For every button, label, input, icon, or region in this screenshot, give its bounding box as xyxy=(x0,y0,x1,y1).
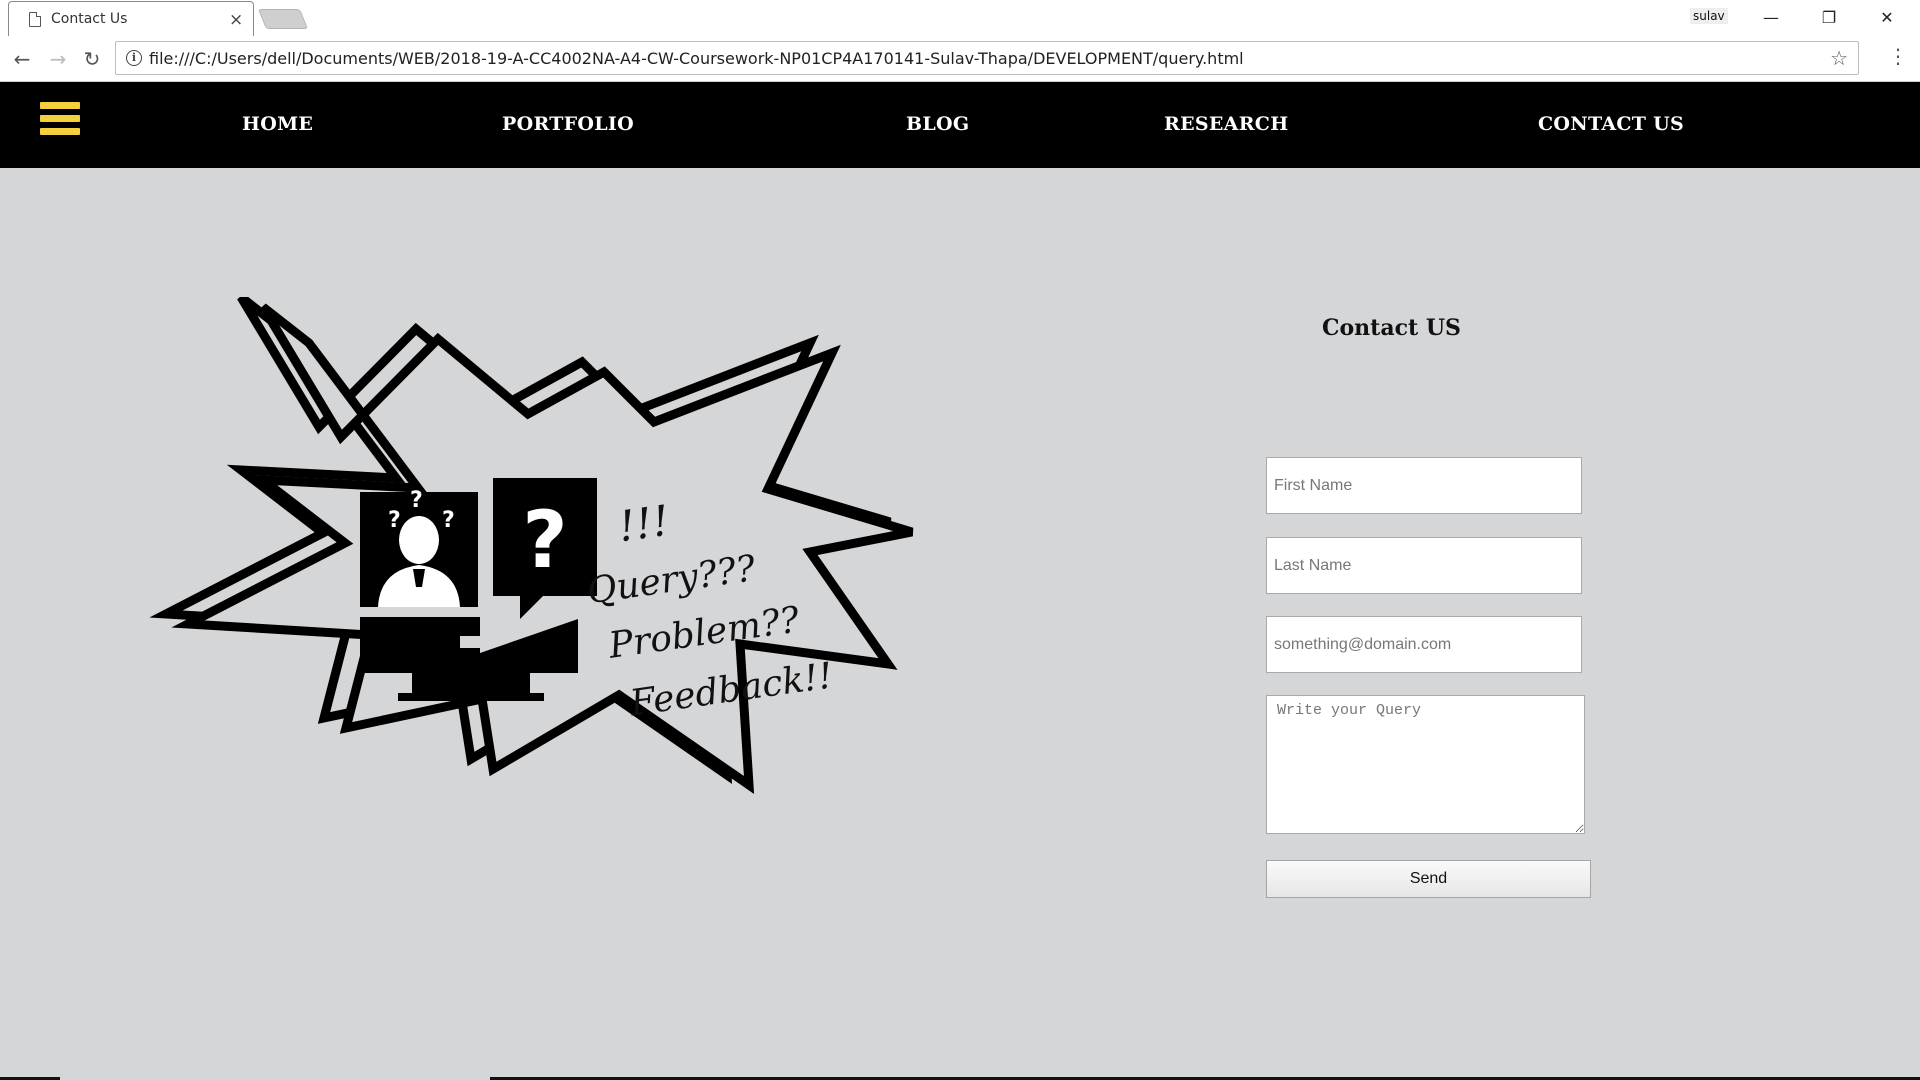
nav-home[interactable]: HOME xyxy=(242,113,313,135)
browser-menu-icon[interactable]: ⋮ xyxy=(1888,44,1908,68)
site-navbar: HOME PORTFOLIO BLOG RESEARCH CONTACT US xyxy=(0,82,1920,168)
send-button[interactable]: Send xyxy=(1266,860,1591,898)
svg-text:?: ? xyxy=(410,488,423,513)
first-name-input[interactable] xyxy=(1266,457,1582,514)
query-textarea[interactable] xyxy=(1266,695,1585,834)
close-tab-icon[interactable]: × xyxy=(229,10,243,30)
email-input[interactable] xyxy=(1266,616,1582,673)
reload-icon[interactable]: ↻ xyxy=(78,45,106,73)
new-tab-button[interactable] xyxy=(257,9,309,29)
nav-portfolio[interactable]: PORTFOLIO xyxy=(502,113,634,135)
svg-text:?: ? xyxy=(442,508,455,533)
window-close-icon[interactable]: ✕ xyxy=(1864,2,1910,32)
svg-text:?: ? xyxy=(522,496,567,586)
nav-contact-us[interactable]: CONTACT US xyxy=(1538,113,1684,135)
nav-blog[interactable]: BLOG xyxy=(906,113,969,135)
minimize-icon[interactable]: — xyxy=(1748,2,1794,32)
query-illustration: ? ? ? ? !!! Query??? Problem?? Feedback!… xyxy=(149,297,914,794)
bookmark-star-icon[interactable]: ☆ xyxy=(1830,46,1848,71)
svg-text:?: ? xyxy=(388,508,401,533)
browser-toolbar: ← → ↻ i file:///C:/Users/dell/Documents/… xyxy=(0,36,1920,82)
page-content: HOME PORTFOLIO BLOG RESEARCH CONTACT US … xyxy=(0,82,1920,1080)
forward-icon[interactable]: → xyxy=(44,45,72,73)
confused-person-icon: ? ? ? xyxy=(360,488,478,607)
hamburger-menu-icon[interactable] xyxy=(40,102,80,144)
browser-tab[interactable]: Contact Us × xyxy=(8,1,254,36)
form-title: Contact US xyxy=(1322,315,1461,341)
browser-tabstrip: Contact Us × sulav — ❐ ✕ xyxy=(0,0,1920,36)
address-bar[interactable]: i file:///C:/Users/dell/Documents/WEB/20… xyxy=(115,41,1859,75)
illus-exclaim: !!! xyxy=(615,496,672,552)
page-icon xyxy=(29,11,41,27)
info-icon[interactable]: i xyxy=(126,50,142,66)
restore-icon[interactable]: ❐ xyxy=(1806,2,1852,32)
url-text[interactable]: file:///C:/Users/dell/Documents/WEB/2018… xyxy=(149,49,1244,68)
profile-name[interactable]: sulav xyxy=(1690,8,1728,24)
last-name-input[interactable] xyxy=(1266,537,1582,594)
back-icon[interactable]: ← xyxy=(8,45,36,73)
nav-research[interactable]: RESEARCH xyxy=(1164,113,1288,135)
tab-title: Contact Us xyxy=(51,11,128,27)
